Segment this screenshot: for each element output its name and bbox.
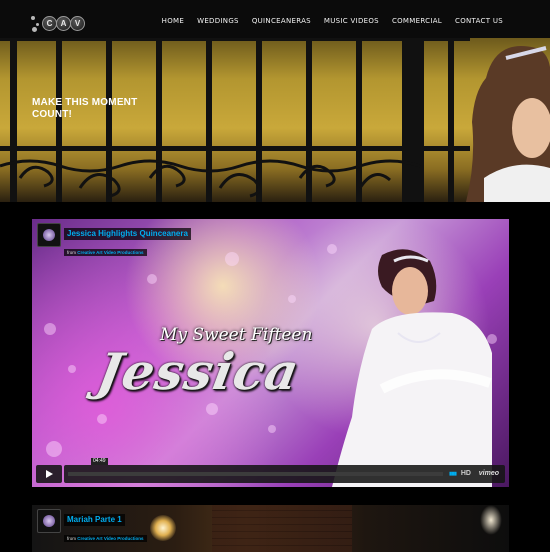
hero-title-line: MAKE THIS MOMENT bbox=[32, 97, 138, 108]
video-byline: from Creative Art Video Productions bbox=[64, 535, 147, 542]
byline-prefix: from bbox=[67, 250, 76, 255]
nav-contact-us[interactable]: CONTACT US bbox=[455, 18, 503, 25]
bride-photo bbox=[466, 46, 550, 202]
logo-letter: A bbox=[56, 16, 71, 31]
video-thumbnail bbox=[212, 505, 352, 552]
vimeo-logo[interactable]: vimeo bbox=[479, 470, 499, 478]
video-player-mariah[interactable]: Mariah Parte 1 from Creative Art Video P… bbox=[32, 505, 509, 552]
nav-commercial[interactable]: COMMERCIAL bbox=[392, 18, 442, 25]
hero-banner: MAKE THIS MOMENT COUNT! bbox=[0, 38, 550, 202]
logo-dot bbox=[36, 23, 39, 26]
video-header: Mariah Parte 1 from Creative Art Video P… bbox=[37, 509, 147, 545]
hd-toggle[interactable]: HD bbox=[461, 470, 471, 478]
channel-link[interactable]: Creative Art Video Productions bbox=[77, 250, 143, 255]
nav-weddings[interactable]: WEDDINGS bbox=[197, 18, 239, 25]
logo-dot bbox=[31, 16, 35, 20]
play-button[interactable] bbox=[36, 465, 62, 483]
nav-quinceaneras[interactable]: QUINCEANERAS bbox=[252, 18, 311, 25]
video-player-jessica[interactable]: Jessica Highlights Quinceanera from Crea… bbox=[32, 219, 509, 487]
nav-music-videos[interactable]: MUSIC VIDEOS bbox=[324, 18, 379, 25]
cav-logo[interactable]: C A V bbox=[31, 12, 87, 38]
video-title[interactable]: Jessica Highlights Quinceanera bbox=[64, 228, 191, 240]
logo-dot bbox=[32, 27, 37, 32]
video-title[interactable]: Mariah Parte 1 bbox=[64, 514, 125, 526]
video-thumbnail-light bbox=[480, 505, 502, 535]
byline-prefix: from bbox=[67, 536, 76, 541]
video-duration: 04:49 bbox=[91, 458, 108, 465]
channel-avatar[interactable] bbox=[37, 223, 61, 247]
volume-icon[interactable]: ▮▮▮▮ bbox=[449, 472, 457, 477]
video-thumbnail-light bbox=[150, 515, 176, 541]
overlay-name: Jessica bbox=[92, 342, 304, 401]
main-menu: HOME WEDDINGS QUINCEANERAS MUSIC VIDEOS … bbox=[149, 18, 503, 25]
video-controls: 04:49 ▮▮▮▮ HD vimeo bbox=[36, 458, 505, 483]
top-navigation: C A V HOME WEDDINGS QUINCEANERAS MUSIC V… bbox=[0, 0, 550, 38]
channel-avatar[interactable] bbox=[37, 509, 61, 533]
control-bar: 04:49 ▮▮▮▮ HD vimeo bbox=[64, 458, 505, 483]
nav-home[interactable]: HOME bbox=[162, 18, 184, 25]
progress-track[interactable] bbox=[68, 472, 443, 476]
logo-letter: V bbox=[70, 16, 85, 31]
hero-title-line: COUNT! bbox=[32, 109, 73, 120]
video-header: Jessica Highlights Quinceanera from Crea… bbox=[37, 223, 191, 259]
logo-letter: C bbox=[42, 16, 57, 31]
video-byline: from Creative Art Video Productions bbox=[64, 249, 147, 256]
hero-title: MAKE THIS MOMENT COUNT! bbox=[32, 97, 172, 121]
channel-link[interactable]: Creative Art Video Productions bbox=[77, 536, 143, 541]
